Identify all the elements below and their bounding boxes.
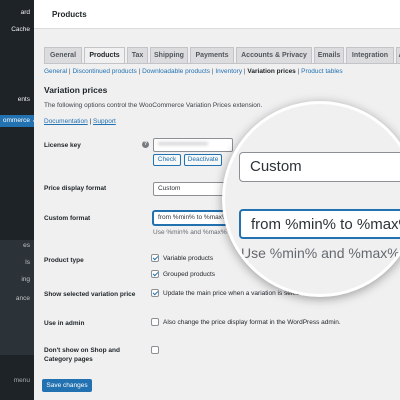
tab-shipping[interactable]: Shipping xyxy=(150,47,188,63)
support-link[interactable]: Support xyxy=(93,118,116,125)
magnified-custom-format-input: from %min% to %max% xyxy=(239,209,400,239)
sidebar-item-woocommerce[interactable]: ommerce xyxy=(0,115,34,127)
section-sublinks: General | Discontinued products | Downlo… xyxy=(44,68,343,75)
dont-show-checkbox[interactable] xyxy=(151,346,159,354)
custom-format-hint: Use %min% and %max% xyxy=(153,229,227,236)
variable-products-label: Variable products xyxy=(163,255,214,262)
sublink-product-tables[interactable]: Product tables xyxy=(301,68,343,75)
page-header: Products xyxy=(34,0,400,29)
tab-tax[interactable]: Tax xyxy=(127,47,148,63)
submenu-item-3[interactable]: ing xyxy=(21,276,30,283)
tab-accounts-privacy[interactable]: Accounts & Privacy xyxy=(236,47,312,63)
price-display-format-select[interactable]: Custom xyxy=(153,182,233,196)
active-indicator-arrow xyxy=(33,116,34,126)
grouped-products-label: Grouped products xyxy=(163,271,216,278)
check-button[interactable]: Check xyxy=(153,154,181,166)
show-selected-checkbox[interactable] xyxy=(151,289,159,297)
section-title: Variation prices xyxy=(44,85,108,95)
deactivate-button[interactable]: Deactivate xyxy=(184,154,222,166)
sidebar-submenu: es ls ing ance xyxy=(0,240,34,355)
tabs-divider xyxy=(44,63,400,64)
magnifier-lens: Custom from %min% to %max% Use %min% and… xyxy=(222,101,400,297)
sublink-discontinued[interactable]: Discontinued products xyxy=(72,68,136,75)
tab-integration[interactable]: Integration xyxy=(346,47,394,63)
sidebar-item-dashboard[interactable]: ard xyxy=(0,7,34,18)
tab-payments[interactable]: Payments xyxy=(190,47,234,63)
section-description: The following options control the WooCom… xyxy=(44,102,263,109)
use-in-admin-checkbox-label: Also change the price display format in … xyxy=(163,319,341,326)
sidebar-item-comments[interactable]: ents xyxy=(0,94,34,105)
submenu-item-1[interactable]: es xyxy=(23,242,30,249)
use-in-admin-label: Use in admin xyxy=(44,320,85,327)
submenu-item-4[interactable]: ance xyxy=(16,295,30,302)
sublink-variation-prices: Variation prices xyxy=(247,68,296,75)
price-display-format-label: Price display format xyxy=(44,185,107,192)
sublink-downloadable[interactable]: Downloadable products xyxy=(142,68,210,75)
custom-format-label: Custom format xyxy=(44,215,91,222)
tab-products[interactable]: Products xyxy=(84,47,125,64)
tab-advanced[interactable]: A xyxy=(396,47,400,63)
page-title: Products xyxy=(52,10,87,19)
submenu-item-2[interactable]: ls xyxy=(25,259,30,266)
grouped-products-checkbox[interactable] xyxy=(151,270,159,278)
sublink-inventory[interactable]: Inventory xyxy=(215,68,242,75)
show-selected-label: Show selected variation price xyxy=(44,291,136,298)
save-changes-button[interactable]: Save changes xyxy=(42,379,92,392)
custom-format-input[interactable]: from %min% to %max% xyxy=(153,211,233,225)
admin-sidebar: ard Cache ents ommerce es ls ing ance me… xyxy=(0,0,34,400)
license-key-label: License key xyxy=(44,142,81,149)
magnified-custom-format-hint: Use %min% and %max% xyxy=(241,245,400,261)
collapse-menu-label[interactable]: menu xyxy=(14,377,30,384)
product-type-label: Product type xyxy=(44,257,84,264)
variable-products-checkbox[interactable] xyxy=(151,254,159,262)
dont-show-label: Don't show on Shop and Category pages xyxy=(44,347,120,363)
tab-general[interactable]: General xyxy=(44,47,82,63)
magnified-price-format-select: Custom xyxy=(239,152,400,182)
help-icon[interactable]: ? xyxy=(142,141,149,148)
sublink-general[interactable]: General xyxy=(44,68,67,75)
license-key-input[interactable]: •••••••••••••••••••••• xyxy=(153,138,233,152)
license-key-value: •••••••••••••••••••••• xyxy=(158,141,209,148)
sidebar-item-cache[interactable]: Cache xyxy=(0,24,34,35)
tab-emails[interactable]: Emails xyxy=(314,47,344,63)
use-in-admin-checkbox[interactable] xyxy=(151,318,159,326)
documentation-link[interactable]: Documentation xyxy=(44,118,88,125)
doc-links: Documentation | Support xyxy=(44,118,116,125)
